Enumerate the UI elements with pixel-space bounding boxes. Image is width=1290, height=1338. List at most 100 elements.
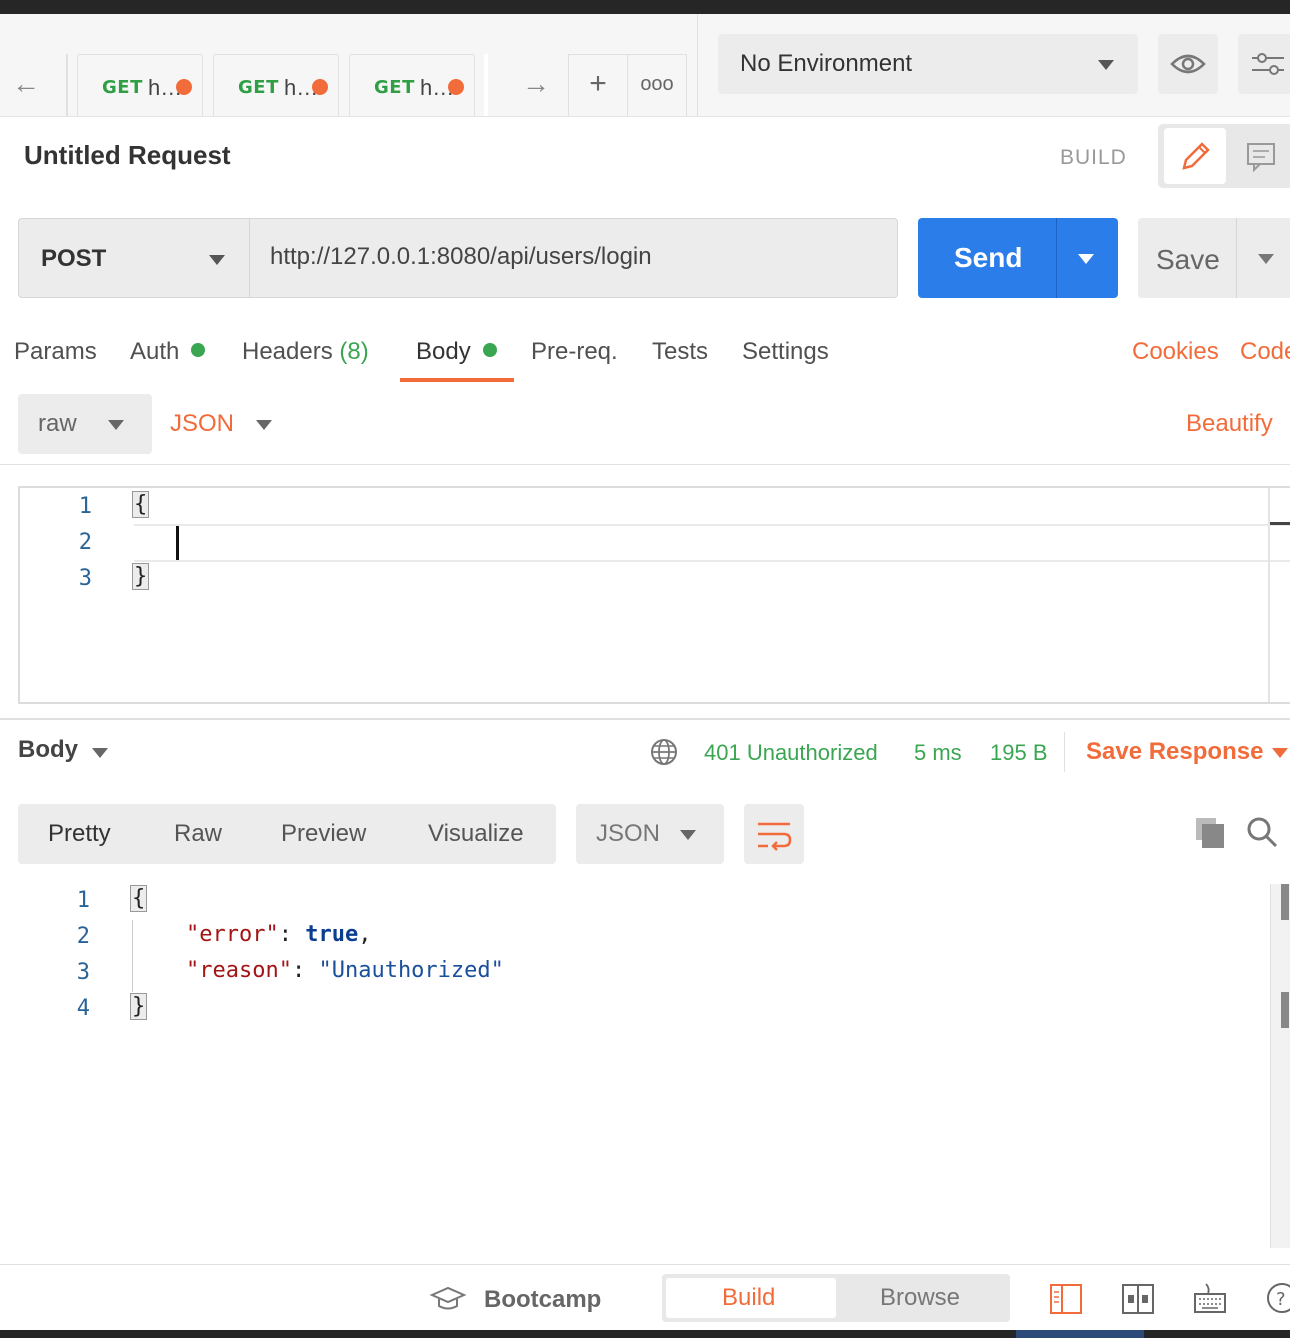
line-number: 4 bbox=[76, 996, 90, 1021]
request-tab-2[interactable]: GET h… bbox=[213, 54, 339, 116]
editor-scrollbar[interactable] bbox=[1268, 488, 1270, 702]
json-value-reason: "Unauthorized" bbox=[318, 958, 504, 983]
response-format-select[interactable]: JSON bbox=[576, 804, 724, 864]
copy-icon[interactable] bbox=[1192, 814, 1228, 850]
response-format-label: JSON bbox=[596, 820, 661, 847]
save-response-button[interactable]: Save Response bbox=[1086, 738, 1263, 766]
request-tab-3[interactable]: GET h… bbox=[349, 54, 475, 116]
unsaved-dot-icon bbox=[448, 79, 464, 95]
cookies-link[interactable]: Cookies bbox=[1132, 338, 1219, 366]
save-options-chevron-icon[interactable] bbox=[1258, 254, 1274, 264]
pencil-icon bbox=[1182, 142, 1210, 170]
globe-icon[interactable] bbox=[648, 736, 680, 768]
chevron-down-icon[interactable] bbox=[92, 748, 108, 758]
body-mode-select[interactable]: raw bbox=[18, 394, 152, 454]
tab-headers[interactable]: Headers (8) bbox=[242, 338, 369, 366]
save-response-chevron-icon[interactable] bbox=[1272, 748, 1288, 758]
response-section-label: Body bbox=[18, 736, 78, 763]
chevron-down-icon bbox=[209, 255, 225, 265]
tab-tests[interactable]: Tests bbox=[652, 338, 708, 366]
line-number: 2 bbox=[76, 924, 90, 949]
eye-icon bbox=[1170, 54, 1206, 74]
tab-auth[interactable]: Auth bbox=[130, 338, 206, 366]
view-tab-raw[interactable]: Raw bbox=[174, 820, 222, 848]
environment-quick-look-button[interactable] bbox=[1158, 34, 1218, 94]
response-body-viewer[interactable]: 1 2 3 4 { "error": true, "reason": "Unau… bbox=[0, 884, 1270, 1264]
open-brace: { bbox=[130, 885, 148, 912]
beautify-button[interactable]: Beautify bbox=[1186, 410, 1273, 438]
environment-select[interactable]: No Environment bbox=[718, 34, 1138, 94]
tab-headers-label: Headers bbox=[242, 338, 333, 365]
url-input[interactable]: http://127.0.0.1:8080/api/users/login bbox=[249, 218, 898, 298]
save-split-divider bbox=[1236, 218, 1237, 298]
save-button[interactable]: Save bbox=[1138, 218, 1290, 298]
method-label: POST bbox=[41, 245, 107, 272]
build-browse-toggle: Build Browse bbox=[662, 1274, 1010, 1322]
tab-method: GET bbox=[238, 77, 279, 98]
build-tab[interactable]: Build bbox=[722, 1284, 775, 1312]
json-key-reason: "reason" bbox=[186, 958, 292, 983]
browse-tab[interactable]: Browse bbox=[880, 1284, 960, 1312]
response-view-tabs: Pretty Raw Preview Visualize bbox=[18, 804, 556, 864]
view-tab-visualize[interactable]: Visualize bbox=[428, 820, 524, 848]
tab-strip-divider bbox=[697, 14, 698, 116]
code-link[interactable]: Code bbox=[1240, 338, 1290, 366]
unsaved-dot-icon bbox=[176, 79, 192, 95]
status-code[interactable]: 401 Unauthorized bbox=[704, 740, 878, 766]
headers-count: (8) bbox=[339, 338, 369, 365]
manage-environments-button[interactable] bbox=[1238, 34, 1290, 94]
json-value-error: true bbox=[305, 922, 359, 947]
more-tabs-button[interactable]: ooo bbox=[627, 54, 687, 116]
search-icon[interactable] bbox=[1244, 814, 1280, 850]
tab-params[interactable]: Params bbox=[14, 338, 97, 366]
request-tab-1[interactable]: GET h… bbox=[77, 54, 203, 116]
send-options-chevron-icon[interactable] bbox=[1078, 254, 1094, 264]
comment-icon[interactable] bbox=[1230, 128, 1290, 184]
scroll-marker bbox=[1270, 522, 1290, 525]
two-pane-view-icon[interactable] bbox=[1120, 1282, 1156, 1316]
tab-body[interactable]: Body bbox=[416, 338, 497, 366]
response-scrollbar[interactable] bbox=[1270, 884, 1290, 1248]
window-top-bar bbox=[0, 0, 1290, 14]
request-title[interactable]: Untitled Request bbox=[24, 140, 231, 171]
body-format-select[interactable]: JSON bbox=[170, 410, 234, 438]
dock-indicator bbox=[1016, 1330, 1144, 1338]
method-select[interactable]: POST bbox=[18, 218, 250, 298]
edit-mode-button[interactable] bbox=[1164, 128, 1226, 184]
wrap-lines-button[interactable] bbox=[744, 804, 804, 864]
sidebar-toggle-icon[interactable] bbox=[1048, 1282, 1084, 1316]
view-tab-preview[interactable]: Preview bbox=[281, 820, 366, 848]
status-bar bbox=[0, 1264, 1290, 1331]
plus-icon: + bbox=[589, 67, 607, 100]
response-time[interactable]: 5 ms bbox=[914, 740, 962, 766]
svg-text:?: ? bbox=[1276, 1289, 1286, 1310]
response-size[interactable]: 195 B bbox=[990, 740, 1048, 766]
json-key-error: "error" bbox=[186, 922, 279, 947]
mode-toggle bbox=[1158, 124, 1290, 188]
scroll-marker bbox=[1281, 992, 1289, 1028]
keyboard-shortcuts-icon[interactable] bbox=[1192, 1280, 1228, 1316]
open-brace: { bbox=[132, 491, 150, 518]
help-icon[interactable]: ? bbox=[1264, 1280, 1290, 1316]
back-arrow-icon[interactable]: ← bbox=[12, 70, 40, 98]
view-tab-pretty[interactable]: Pretty bbox=[48, 820, 111, 848]
save-label: Save bbox=[1156, 244, 1220, 275]
line-number: 3 bbox=[76, 960, 90, 985]
bootcamp-link[interactable]: Bootcamp bbox=[484, 1286, 601, 1314]
graduation-cap-icon[interactable] bbox=[428, 1284, 468, 1314]
tab-prereq[interactable]: Pre-req. bbox=[531, 338, 618, 366]
response-divider[interactable] bbox=[0, 718, 1290, 720]
chevron-down-icon bbox=[680, 830, 696, 840]
forward-arrow-icon[interactable]: → bbox=[522, 70, 550, 98]
new-tab-button[interactable]: + bbox=[568, 54, 628, 116]
format-chevron-down-icon[interactable] bbox=[256, 420, 272, 430]
chevron-down-icon bbox=[1098, 60, 1114, 70]
line-number: 1 bbox=[76, 888, 90, 913]
sliders-icon bbox=[1252, 53, 1284, 75]
response-section-select[interactable]: Body bbox=[18, 736, 78, 764]
tab-settings[interactable]: Settings bbox=[742, 338, 829, 366]
json-comma: , bbox=[358, 922, 372, 947]
send-button[interactable]: Send bbox=[918, 218, 1118, 298]
text-cursor bbox=[176, 526, 179, 560]
request-body-editor[interactable]: 1 2 3 { } bbox=[18, 486, 1290, 704]
